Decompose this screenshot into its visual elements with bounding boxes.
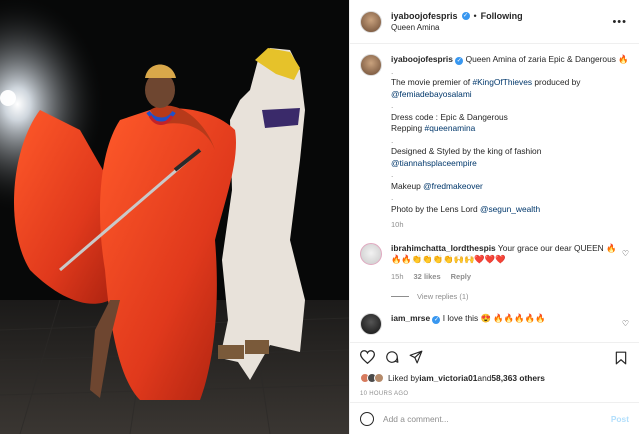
comment-username[interactable]: ibrahimchatta_lordthespis: [391, 243, 496, 253]
mention-makeup[interactable]: @fredmakeover: [423, 181, 483, 191]
comment-username[interactable]: iam_mrse: [391, 313, 430, 323]
mention-designer[interactable]: @tiannahsplaceempire: [391, 158, 477, 168]
verified-badge-icon: ✓: [432, 316, 441, 324]
post-header: iyaboojofespris ✓ • Following Queen Amin…: [350, 0, 639, 44]
likes-summary: Liked by iam_victoria01 and 58,363 other…: [350, 370, 639, 386]
caption-avatar[interactable]: [360, 54, 382, 76]
caption-spacer: .: [391, 192, 394, 202]
author-username[interactable]: iyaboojofespris: [391, 11, 458, 21]
likes-middle: and: [477, 373, 492, 383]
caption-time: 10h: [391, 220, 404, 229]
following-button[interactable]: Following: [481, 11, 523, 21]
caption-title: Queen Amina of zaria Epic & Dangerous 🔥: [465, 54, 629, 64]
save-bookmark-icon[interactable]: [615, 351, 627, 365]
comment-text: Your grace our dear QUEEN 🔥: [497, 242, 617, 253]
comment-input[interactable]: [383, 413, 603, 424]
caption-repping-prefix: Repping: [391, 123, 425, 133]
comment-like-icon[interactable]: ♡: [622, 319, 629, 328]
likes-user[interactable]: iam_victoria01: [419, 373, 477, 383]
post-timestamp[interactable]: 10 HOURS AGO: [350, 386, 639, 402]
caption-spacer: .: [391, 65, 394, 76]
liker-avatars: [360, 373, 384, 383]
comment-item: iam_mrse ✓ I love this 😍 🔥🔥🔥🔥🔥 ♡: [360, 313, 629, 335]
caption-spacer: .: [391, 134, 394, 145]
more-options-icon[interactable]: •••: [612, 16, 627, 28]
mention-photographer[interactable]: @segun_wealth: [480, 204, 540, 214]
caption-dress-code: Dress code : Epic & Dangerous: [391, 111, 508, 122]
hashtag-kingofthieves[interactable]: #KingOfThieves: [472, 77, 532, 87]
post-sidebar: iyaboojofespris ✓ • Following Queen Amin…: [349, 0, 639, 434]
view-replies-toggle[interactable]: View replies (1): [391, 292, 629, 301]
caption: iyaboojofespris ✓ Queen Amina of zaria E…: [360, 54, 629, 231]
caption-makeup-prefix: Makeup: [391, 180, 424, 191]
likes-count[interactable]: 58,363 others: [491, 373, 545, 383]
caption-username[interactable]: iyaboojofespris: [391, 54, 453, 64]
comment-item: ibrahimchatta_lordthespis Your grace our…: [360, 242, 629, 283]
comment-text-emojis: 🔥🔥👏👏👏👏🙌🙌❤️❤️❤️: [391, 254, 506, 264]
caption-designed-prefix: Designed & Styled by the king of fashion: [391, 146, 542, 156]
caption-spacer: .: [391, 100, 394, 110]
author-avatar[interactable]: [360, 10, 382, 33]
caption-premier-suffix: produced by: [532, 77, 581, 87]
comment-time: 15h: [391, 271, 404, 281]
comment-bubble-icon[interactable]: [385, 350, 399, 364]
comment-likes[interactable]: 32 likes: [414, 271, 441, 283]
comment-avatar[interactable]: [360, 242, 382, 265]
caption-premier-prefix: The movie premier of: [391, 77, 473, 87]
likes-prefix: Liked by: [388, 373, 420, 383]
comment-like-icon[interactable]: ♡: [622, 249, 629, 258]
verified-badge-icon: ✓: [461, 12, 470, 20]
comment-reply-button[interactable]: Reply: [451, 271, 471, 283]
like-heart-icon[interactable]: [360, 349, 375, 364]
action-bar: [350, 342, 639, 370]
add-comment-bar: Post: [350, 402, 639, 434]
mention-producer[interactable]: @femiadebayosalami: [391, 89, 472, 99]
liker-avatar: [374, 373, 384, 383]
replies-line: [391, 296, 409, 297]
comment-avatar[interactable]: [360, 313, 382, 335]
author-info: iyaboojofespris ✓ • Following Queen Amin…: [391, 11, 523, 32]
instagram-post: iyaboojofespris ✓ • Following Queen Amin…: [0, 0, 639, 434]
comments-list[interactable]: iyaboojofespris ✓ Queen Amina of zaria E…: [350, 44, 639, 342]
photo-illustration: [0, 0, 349, 434]
emoji-icon[interactable]: [360, 411, 374, 426]
hashtag-queenamina[interactable]: #queenamina: [425, 123, 476, 133]
view-replies-label: View replies (1): [417, 292, 469, 301]
location-link[interactable]: Queen Amina: [391, 23, 523, 32]
comment-text: I love this 😍 🔥🔥🔥🔥🔥: [442, 313, 546, 323]
share-paper-plane-icon[interactable]: [409, 350, 423, 364]
post-comment-button[interactable]: Post: [611, 414, 629, 424]
caption-photo-prefix: Photo by the Lens Lord: [391, 203, 480, 214]
separator-dot: •: [473, 11, 477, 21]
caption-spacer: .: [391, 169, 394, 179]
verified-badge-icon: ✓: [455, 57, 464, 65]
post-photo[interactable]: [0, 0, 349, 434]
